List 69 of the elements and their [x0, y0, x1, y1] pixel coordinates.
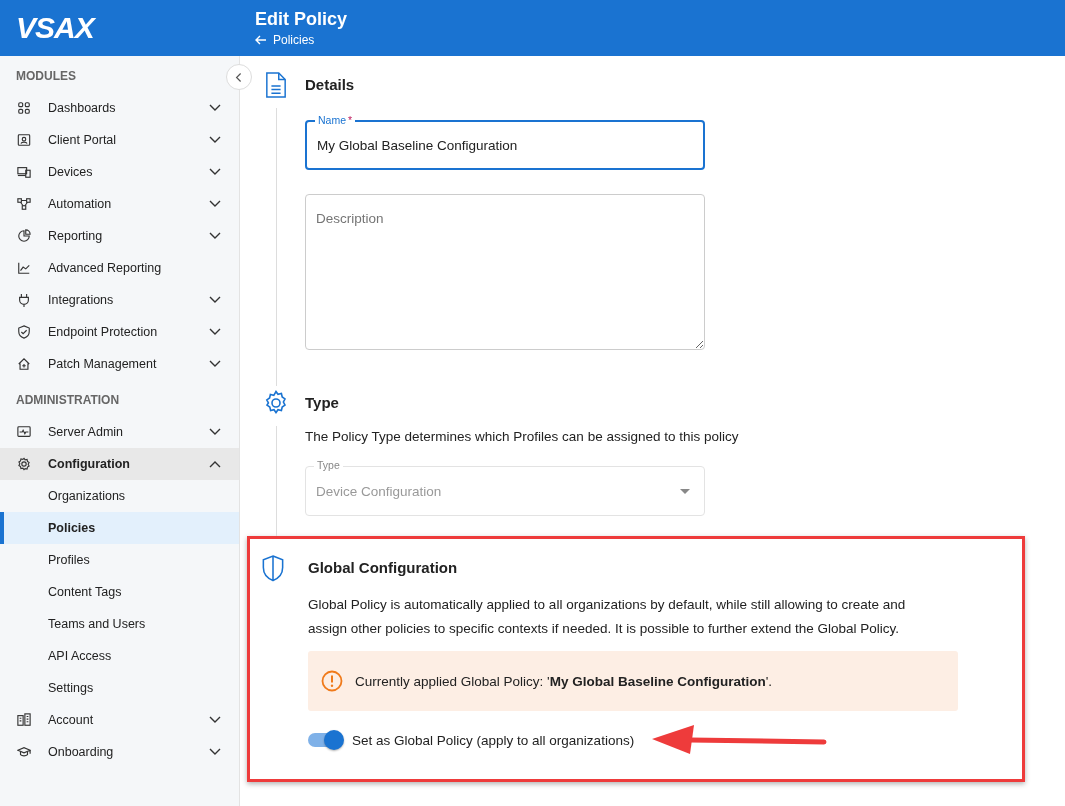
field-label: Type: [314, 459, 343, 471]
nav-item[interactable]: Automation: [0, 188, 239, 220]
plug-icon: [17, 293, 31, 307]
nav-subitem[interactable]: API Access: [0, 640, 239, 672]
nav-subitem[interactable]: Organizations: [0, 480, 239, 512]
chevron-down-icon: [209, 328, 221, 336]
nav-item[interactable]: Onboarding: [0, 736, 239, 768]
flow-nodes-icon: [17, 197, 31, 211]
id-card-icon: [17, 133, 31, 147]
chevron-down-icon: [209, 136, 221, 144]
document-icon: [265, 72, 287, 98]
nav-subitem[interactable]: Content Tags: [0, 576, 239, 608]
chevron-down-icon: [209, 716, 221, 724]
building-icon: [17, 713, 31, 727]
nav-item[interactable]: Endpoint Protection: [0, 316, 239, 348]
toggle-switch[interactable]: [308, 733, 342, 747]
devices-icon: [17, 165, 31, 179]
nav-item[interactable]: Reporting: [0, 220, 239, 252]
chevron-down-icon: [209, 168, 221, 176]
nav-item[interactable]: Advanced Reporting: [0, 252, 239, 284]
chevron-up-icon: [209, 460, 221, 468]
warning-icon: [321, 670, 343, 692]
nav-item[interactable]: Server Admin: [0, 416, 239, 448]
monitor-pulse-icon: [17, 425, 31, 439]
section-description: Global Policy is automatically applied to all organizations by default, while still allowing to create and assign other policies to specific contexts if needed. It is possible to further extend the Global Policy.: [308, 596, 907, 638]
shield-check-icon: [17, 325, 31, 339]
section-description: The Policy Type determines which Profiles can be assigned to this policy: [305, 428, 740, 446]
nav-subitem[interactable]: Settings: [0, 672, 239, 704]
nav-item[interactable]: Dashboards: [0, 92, 239, 124]
nav-item[interactable]: Devices: [0, 156, 239, 188]
section-title: Type: [305, 393, 340, 413]
chevron-down-icon: [209, 428, 221, 436]
chevron-down-icon: [209, 232, 221, 240]
nav-item[interactable]: Client Portal: [0, 124, 239, 156]
toggle-label: Set as Global Policy (apply to all organizations): [352, 732, 635, 748]
dropdown-caret-icon: [680, 489, 690, 494]
nav-subitem[interactable]: Teams and Users: [0, 608, 239, 640]
back-link[interactable]: Policies: [255, 33, 348, 47]
field-label: Name *: [315, 114, 356, 126]
page-title: Edit Policy: [255, 9, 348, 30]
nav-item[interactable]: Configuration: [0, 448, 239, 480]
section-heading: MODULES: [15, 68, 77, 85]
nav-subitem[interactable]: Policies: [0, 512, 239, 544]
chevron-left-icon: [235, 71, 243, 83]
section-heading: ADMINISTRATION: [15, 392, 121, 409]
section-title: Details: [305, 75, 356, 95]
graduation-cap-icon: [17, 745, 31, 759]
dashboard-grid-icon: [17, 101, 31, 115]
back-arrow-icon: [255, 35, 267, 45]
line-chart-icon: [17, 261, 31, 275]
logo: VSAX: [15, 11, 97, 45]
chevron-down-icon: [209, 104, 221, 112]
collapse-button[interactable]: [226, 64, 252, 90]
chevron-down-icon: [209, 296, 221, 304]
gear-icon: [263, 390, 289, 416]
description-field[interactable]: Description: [305, 194, 705, 350]
house-icon: [17, 357, 31, 371]
chevron-down-icon: [209, 200, 221, 208]
gear-icon: [17, 457, 31, 471]
chevron-down-icon: [209, 360, 221, 368]
section-title: Global Configuration: [308, 558, 459, 578]
nav-item[interactable]: Patch Management: [0, 348, 239, 380]
nav-subitem[interactable]: Profiles: [0, 544, 239, 576]
shield-icon: [261, 555, 285, 582]
nav-item[interactable]: Integrations: [0, 284, 239, 316]
alert-text: Currently applied Global Policy: 'My Global Baseline Configuration'.: [355, 673, 773, 689]
chevron-down-icon: [209, 748, 221, 756]
nav-item[interactable]: Account: [0, 704, 239, 736]
pie-chart-icon: [17, 229, 31, 243]
